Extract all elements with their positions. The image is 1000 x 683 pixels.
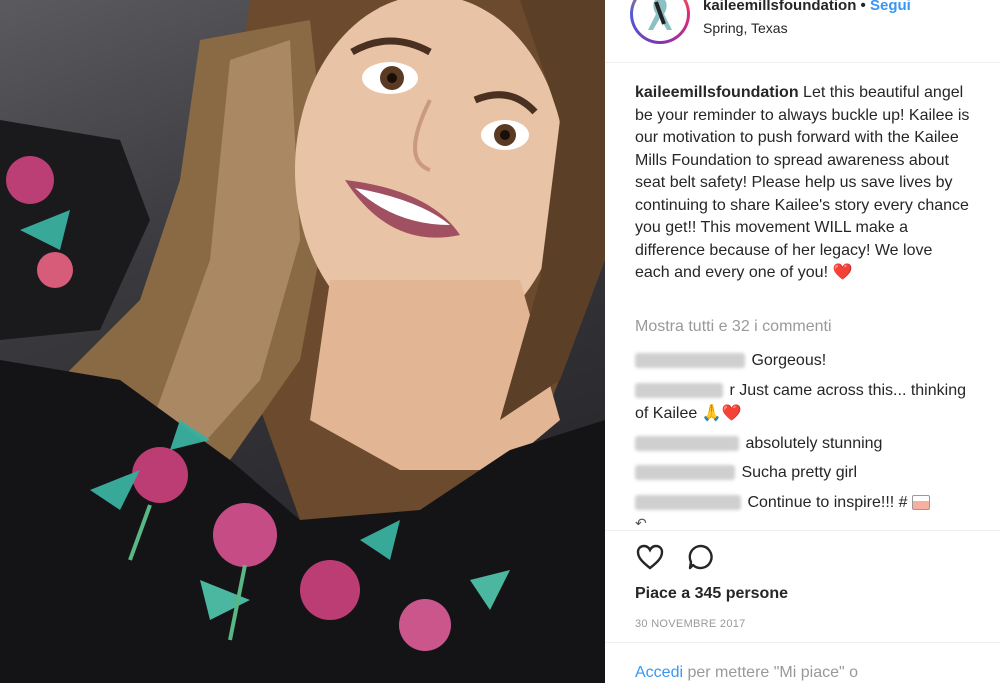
comment-item: r Just came across this... thinking of K…	[635, 380, 970, 425]
header-line: kaileemillsfoundation • Segui	[703, 0, 911, 14]
follow-button[interactable]: Segui	[870, 0, 911, 14]
login-link[interactable]: Accedi	[635, 664, 683, 681]
image-emoji-icon	[912, 495, 930, 511]
blurred-username	[635, 436, 739, 452]
separator-dot: •	[860, 0, 866, 14]
comment-bubble-icon[interactable]	[687, 543, 715, 571]
login-rest-text: per mettere "Mi piace" o	[687, 664, 859, 681]
blurred-username	[635, 465, 735, 481]
likes-count[interactable]: Piace a 345 persone	[635, 585, 788, 603]
blurred-username	[635, 353, 745, 369]
selfie-illustration	[0, 0, 605, 683]
heart-outline-icon[interactable]	[635, 542, 665, 572]
blurred-username	[635, 495, 741, 511]
location-link[interactable]: Spring, Texas	[703, 20, 788, 36]
comment-item: Gorgeous!	[635, 350, 970, 373]
login-divider	[605, 642, 1000, 643]
avatar[interactable]	[633, 0, 687, 41]
comment-text: Gorgeous!	[751, 352, 827, 369]
comment-text: Sucha pretty girl	[741, 464, 858, 481]
caption-username[interactable]: kaileemillsfoundation	[635, 84, 799, 101]
red-heart-emoji: ❤️	[832, 264, 853, 281]
comment-text: Continue to inspire!!! #	[747, 494, 908, 511]
comment-item: absolutely stunning	[635, 433, 970, 456]
post-photo[interactable]	[0, 0, 605, 683]
pray-heart-emoji: 🙏❤️	[701, 404, 742, 422]
blurred-username	[635, 383, 723, 399]
actions-divider	[605, 530, 1000, 532]
avatar-story-ring[interactable]	[630, 0, 690, 44]
caption: kaileemillsfoundation Let this beautiful…	[635, 82, 970, 285]
post-date: 30 NOVEMBRE 2017	[635, 618, 746, 630]
comment-text: absolutely stunning	[745, 435, 883, 452]
comment-item: Sucha pretty girl	[635, 462, 970, 485]
comment-item: Continue to inspire!!! #	[635, 492, 970, 515]
post-header: kaileemillsfoundation • Segui Spring, Te…	[605, 0, 1000, 63]
username-link[interactable]: kaileemillsfoundation	[703, 0, 856, 14]
caption-text: Let this beautiful angel be your reminde…	[635, 84, 970, 281]
ribbon-logo-icon	[648, 0, 672, 30]
login-prompt: Accedi per mettere "Mi piace" o	[635, 664, 858, 682]
view-all-comments-link[interactable]: Mostra tutti e 32 i commenti	[635, 318, 832, 336]
post-side-panel: kaileemillsfoundation • Segui Spring, Te…	[605, 0, 1000, 683]
